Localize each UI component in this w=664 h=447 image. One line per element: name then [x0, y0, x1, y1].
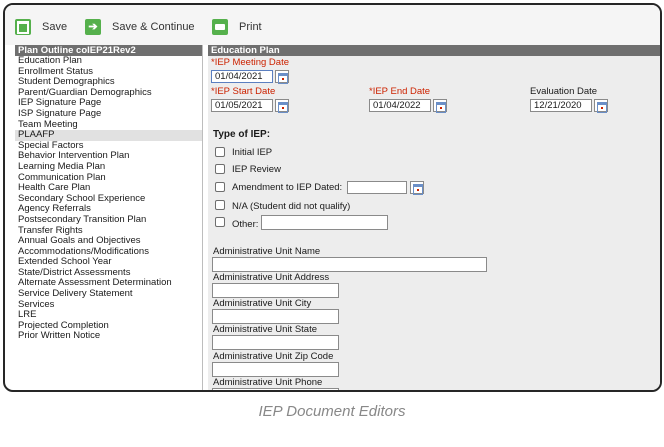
education-plan-editor: Education Plan *IEP Meeting Date 01/04/2…	[208, 45, 660, 390]
iep-review-checkbox[interactable]	[215, 164, 225, 174]
calendar-icon[interactable]	[275, 99, 289, 113]
save-continue-button[interactable]: ➔ Save & Continue	[85, 19, 195, 35]
iep-end-date-input[interactable]: 01/04/2022	[369, 99, 431, 112]
admin-unit-address-input[interactable]	[212, 283, 339, 298]
admin-unit-city-label: Administrative Unit City	[213, 298, 312, 309]
arrow-right-icon: ➔	[85, 19, 101, 35]
iep-start-date-input[interactable]: 01/05/2021	[211, 99, 273, 112]
calendar-icon[interactable]	[433, 99, 447, 113]
save-icon	[15, 19, 31, 35]
other-checkbox[interactable]	[215, 217, 225, 227]
iep-review-label: IEP Review	[232, 164, 281, 175]
save-button[interactable]: Save	[15, 19, 67, 35]
outline-item[interactable]: Education Plan	[15, 55, 202, 67]
save-label: Save	[42, 21, 68, 33]
calendar-icon[interactable]	[410, 181, 424, 195]
admin-unit-phone-input[interactable]	[212, 388, 339, 390]
other-label: Other:	[232, 219, 259, 230]
admin-unit-phone-label: Administrative Unit Phone	[213, 377, 323, 388]
outline-item[interactable]: Postsecondary Transition Plan	[15, 214, 202, 226]
print-button[interactable]: Print	[212, 19, 262, 35]
figure-caption: IEP Document Editors	[258, 403, 406, 420]
na-label: N/A (Student did not qualify)	[232, 201, 351, 212]
calendar-icon[interactable]	[275, 70, 289, 84]
initial-iep-label: Initial IEP	[232, 147, 273, 158]
other-input[interactable]	[261, 215, 388, 230]
admin-unit-city-input[interactable]	[212, 309, 339, 324]
initial-iep-checkbox[interactable]	[215, 147, 225, 157]
admin-unit-name-label: Administrative Unit Name	[213, 246, 321, 257]
calendar-icon[interactable]	[594, 99, 608, 113]
iep-end-date-label: *IEP End Date	[369, 86, 431, 97]
outline-item[interactable]: ISP Signature Page	[15, 108, 202, 120]
admin-unit-zip-input[interactable]	[212, 362, 339, 377]
plan-outline-list: Education Plan Enrollment Status Student D…	[15, 55, 202, 342]
admin-unit-name-input[interactable]	[212, 257, 487, 272]
evaluation-date-label: Evaluation Date	[530, 86, 598, 97]
outline-item[interactable]: Services	[15, 299, 202, 311]
save-continue-label: Save & Continue	[112, 21, 195, 33]
education-plan-header: Education Plan	[208, 45, 660, 56]
amendment-checkbox[interactable]	[215, 182, 225, 192]
admin-unit-state-label: Administrative Unit State	[213, 324, 318, 335]
admin-unit-address-label: Administrative Unit Address	[213, 272, 330, 283]
iep-start-date-label: *IEP Start Date	[211, 86, 276, 97]
iep-meeting-date-input[interactable]: 01/04/2021	[211, 70, 273, 83]
outline-item[interactable]: Prior Written Notice	[15, 331, 202, 342]
type-of-iep-title: Type of IEP:	[213, 129, 271, 140]
na-checkbox[interactable]	[215, 200, 225, 210]
amendment-label: Amendment to IEP Dated:	[232, 182, 343, 193]
admin-unit-state-input[interactable]	[212, 335, 339, 350]
toolbar: Save ➔ Save & Continue Print	[5, 5, 660, 45]
app-window: Save ➔ Save & Continue Print Plan Outlin…	[3, 3, 662, 392]
print-label: Print	[239, 21, 262, 33]
print-icon	[212, 19, 228, 35]
outline-item[interactable]: Learning Media Plan	[15, 161, 202, 173]
amendment-date-input[interactable]	[347, 181, 407, 194]
iep-meeting-date-label: *IEP Meeting Date	[211, 57, 289, 68]
evaluation-date-input[interactable]: 12/21/2020	[530, 99, 592, 112]
plan-outline-panel: Plan Outline coIEP21Rev2 Education Plan E…	[15, 45, 203, 390]
admin-unit-zip-label: Administrative Unit Zip Code	[213, 351, 334, 362]
